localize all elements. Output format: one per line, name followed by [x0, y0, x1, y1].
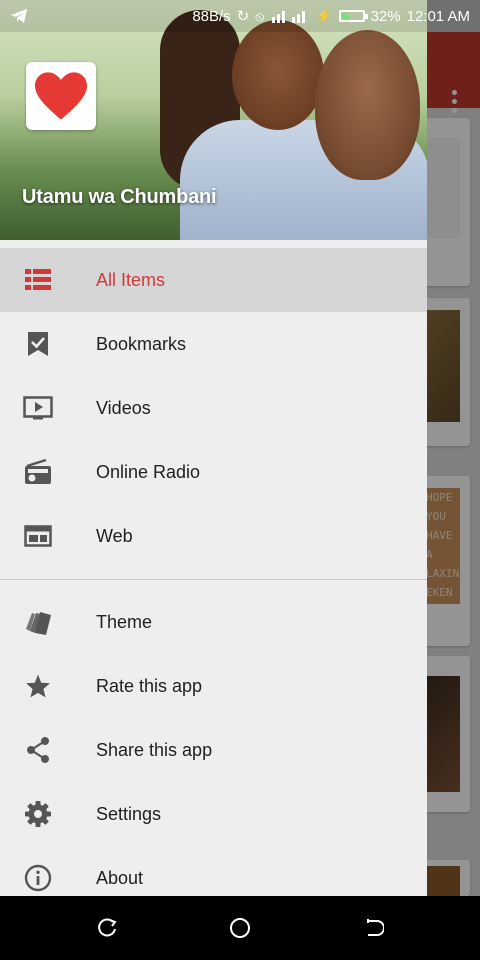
recent-apps-icon[interactable]	[93, 914, 121, 942]
menu-item-label: Online Radio	[96, 461, 201, 482]
charging-icon: ⚡	[316, 8, 333, 23]
heart-icon	[35, 72, 87, 120]
list-icon	[22, 264, 54, 296]
app-title: Utamu wa Chumbani	[22, 186, 217, 208]
menu-item-label: Bookmarks	[96, 333, 187, 354]
system-nav-bar	[0, 896, 480, 960]
signal-icon	[272, 11, 306, 23]
menu-item-label: Videos	[96, 397, 151, 418]
drawer-header: Utamu wa Chumbani	[0, 0, 427, 240]
clock: 12:01 AM	[406, 7, 470, 25]
sync-icon: ↻	[236, 8, 250, 25]
menu-item-web[interactable]: Web	[0, 504, 427, 568]
back-icon[interactable]	[359, 914, 387, 942]
status-bar: 88B/s ↻ ⦸ ⚡ 32% 12:01 AM	[0, 0, 480, 32]
menu-item-rate-app[interactable]: Rate this app	[0, 654, 427, 718]
menu-item-online-radio[interactable]: Online Radio	[0, 440, 427, 504]
menu-item-all-items[interactable]: All Items	[0, 248, 427, 312]
menu-item-label: Rate this app	[96, 675, 203, 696]
gear-icon	[22, 798, 54, 830]
menu-item-label: About	[96, 867, 144, 888]
app-logo	[26, 62, 96, 130]
menu-item-share-app[interactable]: Share this app	[0, 718, 427, 782]
palette-cards-icon	[22, 606, 54, 638]
battery-percent: 32%	[370, 7, 401, 25]
menu-item-label: Theme	[96, 611, 153, 632]
menu-divider	[0, 579, 427, 580]
info-icon	[22, 862, 54, 894]
video-player-icon	[22, 392, 54, 424]
share-icon	[22, 734, 54, 766]
web-window-icon	[22, 520, 54, 552]
navigation-drawer: Utamu wa Chumbani All Items Bookmarks Vi…	[0, 0, 427, 896]
radio-icon	[22, 456, 54, 488]
menu-item-theme[interactable]: Theme	[0, 590, 427, 654]
menu-item-label: Settings	[96, 803, 162, 824]
rotation-lock-icon: ⦸	[255, 7, 265, 24]
star-icon	[22, 670, 54, 702]
menu-item-label: Share this app	[96, 739, 213, 760]
drawer-menu: All Items Bookmarks Videos Online Radio …	[0, 248, 427, 896]
battery-icon	[338, 10, 368, 22]
menu-item-label: Web	[96, 525, 133, 546]
bookmark-check-icon	[22, 328, 54, 360]
menu-item-settings[interactable]: Settings	[0, 782, 427, 846]
network-speed: 88B/s	[192, 7, 231, 25]
menu-item-label: All Items	[96, 269, 166, 290]
home-icon[interactable]	[226, 914, 254, 942]
telegram-notification-icon	[11, 9, 27, 23]
menu-item-videos[interactable]: Videos	[0, 376, 427, 440]
menu-item-bookmarks[interactable]: Bookmarks	[0, 312, 427, 376]
menu-item-about[interactable]: About	[0, 846, 427, 896]
